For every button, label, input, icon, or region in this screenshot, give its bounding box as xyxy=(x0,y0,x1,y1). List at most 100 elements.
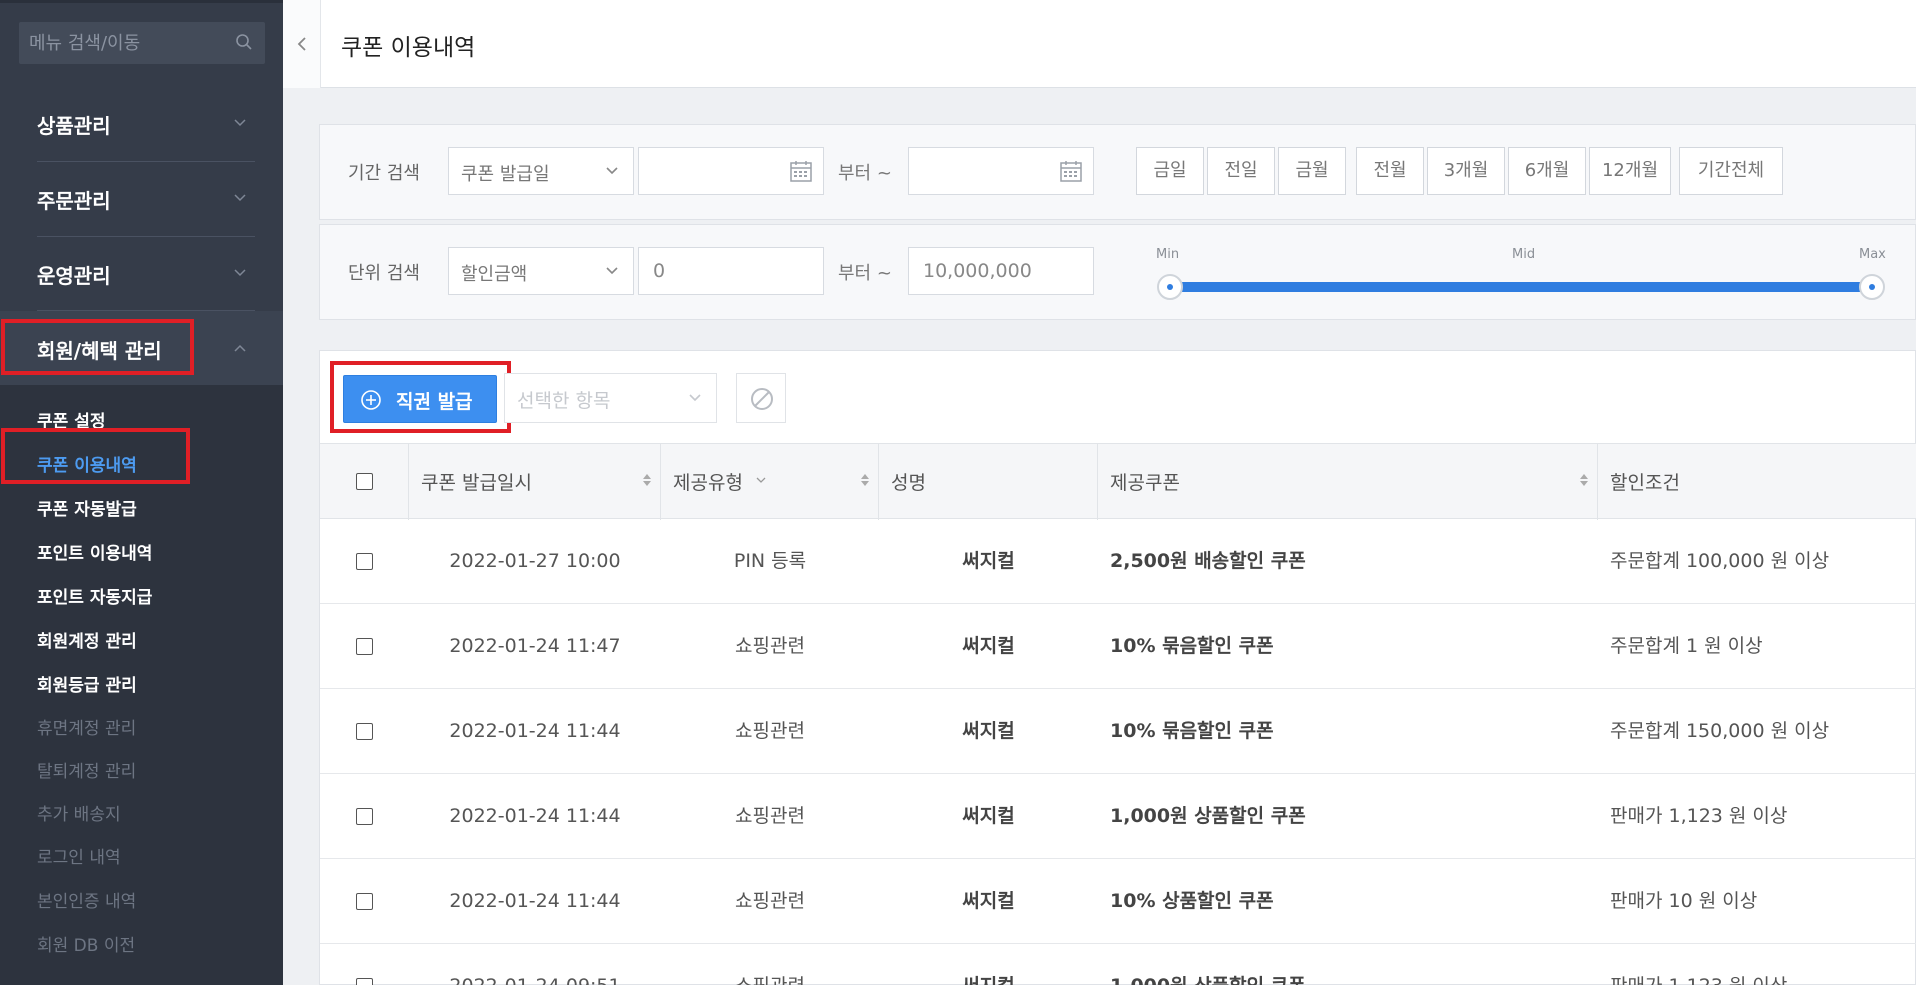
period-filter-panel: 기간 검색 쿠폰 발급일 부터 ~ 금일 전일 금월 전월 3개월 6개월 12… xyxy=(319,124,1916,220)
cell-coupon[interactable]: 10% 묶음할인 쿠폰 xyxy=(1110,604,1598,689)
table-row[interactable]: 2022-01-24 11:47 쇼핑관련 써지컬 10% 묶음할인 쿠폰 주문합계 1… xyxy=(320,604,1916,689)
period-button-all[interactable]: 기간전체 xyxy=(1679,147,1783,195)
column-header-type[interactable]: 제공유형 xyxy=(661,444,879,520)
period-type-value: 쿠폰 발급일 xyxy=(461,164,550,185)
end-date-input[interactable] xyxy=(908,147,1094,195)
cell-name[interactable]: 써지컬 xyxy=(879,944,1098,985)
menu-search[interactable] xyxy=(19,22,265,64)
unit-filter-panel: 단위 검색 할인금액 0 부터 ~ 10,000,000 Min Mid Max xyxy=(319,224,1916,320)
cell-coupon[interactable]: 1,000원 상품할인 쿠폰 xyxy=(1110,774,1598,859)
direct-issue-button[interactable]: 직권 발급 xyxy=(343,375,497,423)
selected-items-select[interactable]: 선택한 항목 xyxy=(504,373,717,423)
sidebar-item-extra-address[interactable]: 추가 배송지 xyxy=(37,800,121,825)
cell-name[interactable]: 써지컬 xyxy=(879,604,1098,689)
sidebar-item-login-history[interactable]: 로그인 내역 xyxy=(37,843,121,868)
sidebar-item-dormant-accounts[interactable]: 휴면계정 관리 xyxy=(37,714,136,739)
column-header-issue-date[interactable]: 쿠폰 발급일시 xyxy=(409,444,661,520)
slider-mid-label: Mid xyxy=(1512,247,1536,262)
row-checkbox[interactable] xyxy=(356,808,373,825)
calendar-icon[interactable] xyxy=(789,159,813,183)
max-value-input[interactable]: 10,000,000 xyxy=(908,247,1094,295)
row-checkbox[interactable] xyxy=(356,978,373,985)
menu-group-label: 운영관리 xyxy=(37,264,111,288)
sidebar-item-withdrawn-accounts[interactable]: 탈퇴계정 관리 xyxy=(37,757,136,782)
period-type-select[interactable]: 쿠폰 발급일 xyxy=(448,147,634,195)
cell-coupon[interactable]: 10% 상품할인 쿠폰 xyxy=(1110,859,1598,944)
menu-search-input[interactable] xyxy=(19,22,265,64)
cell-name[interactable]: 써지컬 xyxy=(879,859,1098,944)
period-button-yesterday[interactable]: 전일 xyxy=(1207,147,1275,195)
row-checkbox[interactable] xyxy=(356,553,373,570)
table-row[interactable]: 2022-01-27 10:00 PIN 등록 써지컬 2,500원 배송할인 쿠폰 주… xyxy=(320,519,1916,604)
min-value-input[interactable]: 0 xyxy=(638,247,824,295)
period-button-12-months[interactable]: 12개월 xyxy=(1589,147,1671,195)
selected-items-placeholder: 선택한 항목 xyxy=(517,390,611,412)
slider-track[interactable] xyxy=(1170,282,1872,292)
max-value: 10,000,000 xyxy=(923,260,1032,282)
cell-issue-date: 2022-01-27 10:00 xyxy=(449,550,621,572)
cell-issue-date: 2022-01-24 11:47 xyxy=(449,635,621,657)
cell-coupon[interactable]: 2,500원 배송할인 쿠폰 xyxy=(1110,519,1598,604)
cancel-selected-button[interactable] xyxy=(736,373,786,423)
sort-icon[interactable] xyxy=(642,472,652,488)
menu-group-products[interactable]: 상품관리 xyxy=(0,86,283,160)
cell-issue-date: 2022-01-24 09:51 xyxy=(409,944,661,985)
cell-coupon[interactable]: 1,000원 상품할인 쿠폰 xyxy=(1110,944,1598,985)
sidebar-item-coupon-settings[interactable]: 쿠폰 설정 xyxy=(37,407,105,432)
sidebar-item-point-history[interactable]: 포인트 이용내역 xyxy=(37,539,152,564)
select-all-checkbox[interactable] xyxy=(356,473,373,490)
table-row[interactable]: 2022-01-24 11:44 쇼핑관련 써지컬 1,000원 상품할인 쿠폰 판매가… xyxy=(320,774,1916,859)
cell-type: PIN 등록 xyxy=(733,550,807,572)
search-icon[interactable] xyxy=(235,33,253,51)
cell-condition: 판매가 1,123 원 이상 xyxy=(1610,944,1910,985)
slider-handle-min[interactable] xyxy=(1157,274,1183,300)
sidebar-item-member-grades[interactable]: 회원등급 관리 xyxy=(37,671,137,696)
chevron-down-icon xyxy=(606,167,618,175)
table-row[interactable]: 2022-01-24 09:51쇼핑관련써지컬 1,000원 상품할인 쿠폰 판매가… xyxy=(320,944,1916,985)
column-header-coupon[interactable]: 제공쿠폰 xyxy=(1098,444,1598,520)
range-slider[interactable]: Min Mid Max xyxy=(1156,247,1892,307)
sidebar-item-member-db-transfer[interactable]: 회원 DB 이전 xyxy=(37,931,135,956)
column-header-label: 제공유형 xyxy=(673,472,743,494)
menu-group-orders[interactable]: 주문관리 xyxy=(0,161,283,235)
sort-icon[interactable] xyxy=(1579,472,1589,488)
period-filter-label: 기간 검색 xyxy=(348,163,420,184)
row-checkbox[interactable] xyxy=(356,893,373,910)
calendar-icon[interactable] xyxy=(1059,159,1083,183)
ban-icon xyxy=(751,388,773,410)
row-checkbox[interactable] xyxy=(356,638,373,655)
sidebar: 상품관리 주문관리 운영관리 회원/혜택 관리 쿠폰 설정 쿠폰 이용내역 쿠폰… xyxy=(0,0,283,985)
sidebar-item-coupon-history[interactable]: 쿠폰 이용내역 xyxy=(37,451,137,476)
column-header-condition[interactable]: 할인조건 xyxy=(1598,444,1916,520)
column-header-name[interactable]: 성명 xyxy=(879,444,1098,520)
period-button-3-months[interactable]: 3개월 xyxy=(1427,147,1505,195)
menu-group-operations[interactable]: 운영관리 xyxy=(0,236,283,310)
row-checkbox[interactable] xyxy=(356,723,373,740)
period-button-last-month[interactable]: 전월 xyxy=(1356,147,1424,195)
menu-group-members-benefits[interactable]: 회원/혜택 관리 xyxy=(0,311,283,385)
sidebar-item-coupon-auto-issue[interactable]: 쿠폰 자동발급 xyxy=(37,495,137,520)
cell-condition: 판매가 1,123 원 이상 xyxy=(1610,805,1788,827)
chevron-down-icon[interactable] xyxy=(756,476,766,484)
cell-name[interactable]: 써지컬 xyxy=(879,689,1098,774)
start-date-input[interactable] xyxy=(638,147,824,195)
sidebar-item-member-accounts[interactable]: 회원계정 관리 xyxy=(37,627,137,652)
direct-issue-label: 직권 발급 xyxy=(396,391,473,413)
sidebar-item-point-auto-pay[interactable]: 포인트 자동지급 xyxy=(37,583,152,608)
table-row[interactable]: 2022-01-24 11:44 쇼핑관련 써지컬 10% 묶음할인 쿠폰 주문합계 1… xyxy=(320,689,1916,774)
chevron-left-icon xyxy=(297,37,306,51)
unit-type-select[interactable]: 할인금액 xyxy=(448,247,634,295)
sort-icon[interactable] xyxy=(860,472,870,488)
collapse-sidebar-button[interactable] xyxy=(283,0,321,88)
period-button-6-months[interactable]: 6개월 xyxy=(1508,147,1586,195)
cell-name[interactable]: 써지컬 xyxy=(879,519,1098,604)
period-button-today[interactable]: 금일 xyxy=(1136,147,1204,195)
cell-name[interactable]: 써지컬 xyxy=(879,774,1098,859)
column-header-label: 성명 xyxy=(891,472,926,494)
cell-coupon[interactable]: 10% 묶음할인 쿠폰 xyxy=(1110,689,1598,774)
period-button-this-month[interactable]: 금월 xyxy=(1278,147,1346,195)
slider-handle-max[interactable] xyxy=(1859,274,1885,300)
sidebar-item-auth-history[interactable]: 본인인증 내역 xyxy=(37,887,136,912)
chevron-down-icon xyxy=(606,267,618,275)
table-row[interactable]: 2022-01-24 11:44 쇼핑관련 써지컬 10% 상품할인 쿠폰 판매가 10… xyxy=(320,859,1916,944)
